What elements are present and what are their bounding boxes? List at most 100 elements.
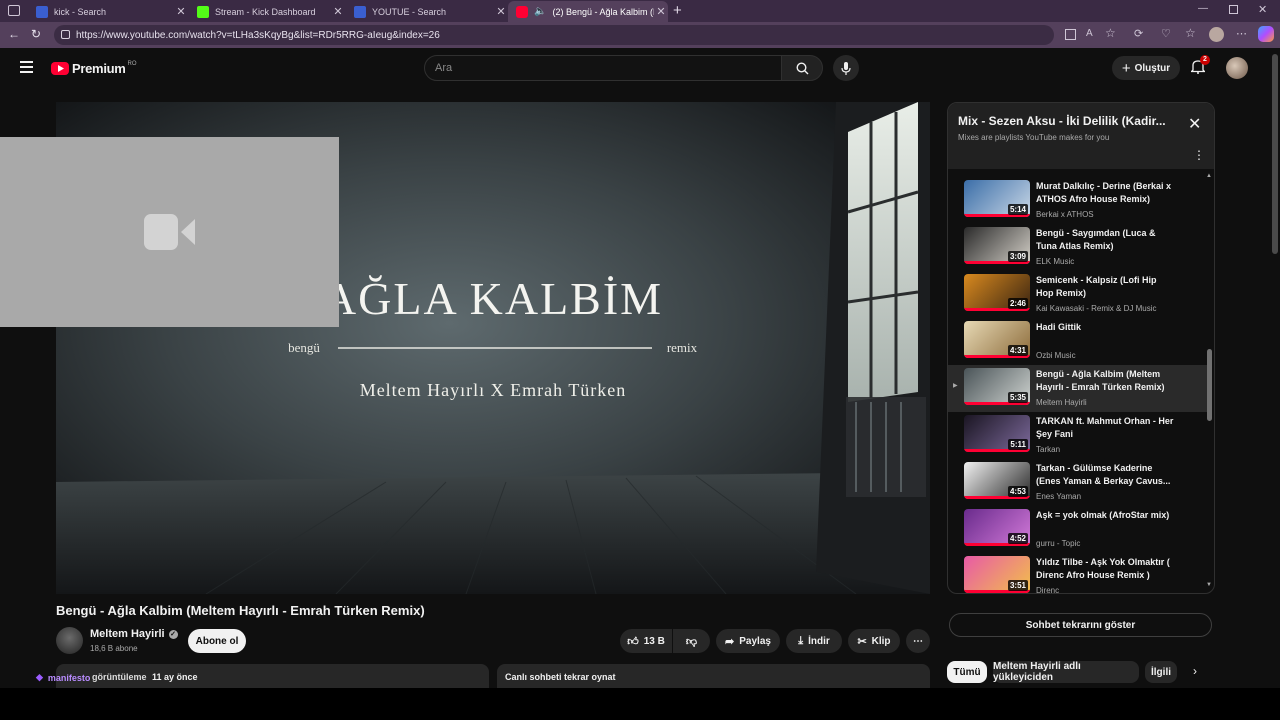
playlist-thumbnail[interactable]: 3:51 [964, 556, 1030, 593]
playlist-item-title[interactable]: Bengü - Ağla Kalbim (Meltem Hayırlı - Em… [1036, 368, 1176, 394]
back-icon[interactable]: ← [8, 27, 20, 41]
playlist-item-title[interactable]: Yıldız Tilbe - Aşk Yok Olmaktır ( Direnc… [1036, 556, 1176, 582]
channel-name-row[interactable]: Meltem Hayirli ✓ [90, 628, 178, 640]
tab-actions-icon[interactable] [8, 5, 20, 16]
youtube-premium-logo[interactable]: Premium RO [51, 61, 137, 76]
clip-button[interactable]: ✂ Klip [848, 629, 900, 653]
close-tab-icon[interactable]: ✕ [331, 5, 345, 18]
microphone-icon [841, 61, 851, 75]
tab-kick-dashboard[interactable]: Stream - Kick Dashboard ✕ [189, 1, 345, 22]
playlist-item[interactable]: 4:52 Aşk = yok olmak (AfroStar mix) gurru … [948, 506, 1210, 553]
tab-youtue-search[interactable]: YOUTUE - Search ✕ [346, 1, 508, 22]
account-avatar[interactable] [1226, 57, 1248, 79]
download-button[interactable]: ⤓ İndir [786, 629, 842, 653]
tab-youtube-video[interactable]: 🔈 (2) Bengü - Ağla Kalbim (Me ✕ [508, 1, 668, 22]
playlist-thumbnail[interactable]: 4:31 [964, 321, 1030, 358]
playlist-item-title[interactable]: Murat Dalkılıç - Derine (Berkai x ATHOS … [1036, 180, 1176, 206]
playlist-item[interactable]: 3:51 Yıldız Tilbe - Aşk Yok Olmaktır ( Di… [948, 553, 1210, 594]
playlist-item-title[interactable]: Bengü - Saygımdan (Luca & Tuna Atlas Rem… [1036, 227, 1176, 253]
show-chat-replay-button[interactable]: Sohbet tekrarını göster [949, 613, 1212, 637]
more-actions-button[interactable]: ⋯ [906, 629, 930, 653]
video-duration: 5:11 [1008, 439, 1028, 450]
playlist-items: 5:14 Murat Dalkılıç - Derine (Berkai x AT… [948, 169, 1214, 594]
subscribe-button[interactable]: Abone ol [188, 629, 246, 653]
playlist-item[interactable]: 2:46 Semicenk - Kalpsiz (Lofi Hip Hop Rem… [948, 271, 1210, 318]
playlist-item[interactable]: ▶ 5:35 Bengü - Ağla Kalbim (Meltem Hayırlı… [948, 365, 1210, 412]
playlist-thumbnail[interactable]: 4:53 [964, 462, 1030, 499]
playlist-thumbnail[interactable]: 5:14 [964, 180, 1030, 217]
reload-icon[interactable]: ↻ [31, 27, 41, 41]
more-options-icon[interactable]: ⋯ [1236, 27, 1247, 40]
scroll-up-icon[interactable]: ▲ [1206, 173, 1212, 179]
create-button[interactable]: + Oluştur [1112, 56, 1180, 80]
menu-icon[interactable] [20, 61, 33, 73]
search-input[interactable]: Ara [424, 55, 782, 81]
page-scrollbar-track[interactable] [1270, 48, 1280, 688]
playlist-thumbnail[interactable]: 3:09 [964, 227, 1030, 264]
more-vertical-icon[interactable]: ⋮ [1193, 148, 1205, 162]
new-tab-icon[interactable]: + [673, 2, 687, 19]
maximize-icon[interactable] [1229, 5, 1238, 14]
chip-from-uploader[interactable]: Meltem Hayirli adlı yükleyiciden [993, 661, 1139, 683]
playlist-item-title[interactable]: Hadi Gittik [1036, 321, 1176, 334]
search-favicon-icon [36, 5, 48, 18]
kick-favicon-icon [197, 5, 209, 18]
read-aloud-icon[interactable]: A [1086, 28, 1093, 39]
playlist-item[interactable]: 5:14 Murat Dalkılıç - Derine (Berkai x AT… [948, 177, 1210, 224]
live-chat-replay-box[interactable]: Canlı sohbeti tekrar oynat [497, 664, 930, 688]
playlist-thumbnail[interactable]: 5:11 [964, 415, 1030, 452]
minimize-icon[interactable]: — [1198, 3, 1208, 14]
playlist-item-title[interactable]: Tarkan - Gülümse Kaderine (Enes Yaman & … [1036, 462, 1176, 488]
share-button[interactable]: ➦ Paylaş [716, 629, 780, 653]
dislike-button[interactable]: 👎︎ [673, 629, 710, 653]
playlist-item-title[interactable]: TARKAN ft. Mahmut Orhan - Her Şey Fani [1036, 415, 1176, 441]
address-bar[interactable]: https://www.youtube.com/watch?v=tLHa3sKq… [54, 25, 1054, 45]
playlist-thumbnail[interactable]: 2:46 [964, 274, 1030, 311]
like-button[interactable]: 👍︎ 13 B [620, 629, 672, 653]
thumbs-down-icon: 👎︎ [685, 635, 698, 648]
extensions-icon[interactable]: ⟳ [1134, 27, 1143, 40]
playlist-item-title[interactable]: Semicenk - Kalpsiz (Lofi Hip Hop Remix) [1036, 274, 1176, 300]
voice-search-button[interactable] [833, 55, 859, 81]
playlist-item[interactable]: 5:11 TARKAN ft. Mahmut Orhan - Her Şey Fa… [948, 412, 1210, 459]
playlist-item[interactable]: 4:53 Tarkan - Gülümse Kaderine (Enes Yama… [948, 459, 1210, 506]
close-tab-icon[interactable]: ✕ [494, 5, 508, 18]
app-available-icon[interactable] [1065, 29, 1076, 40]
site-info-icon[interactable] [61, 30, 70, 39]
playlist-item-title[interactable]: Aşk = yok olmak (AfroStar mix) [1036, 509, 1176, 522]
chevron-right-icon[interactable]: › [1193, 664, 1197, 678]
close-window-icon[interactable]: ✕ [1258, 3, 1267, 16]
favorite-star-icon[interactable]: ☆ [1105, 26, 1116, 40]
page-scrollbar-thumb[interactable] [1272, 54, 1278, 254]
playlist-thumbnail[interactable]: 4:52 [964, 509, 1030, 546]
views-text: görüntüleme [92, 672, 147, 682]
notifications-button[interactable]: 2 [1191, 55, 1210, 74]
playlist-item[interactable]: 3:09 Bengü - Saygımdan (Luca & Tuna Atlas… [948, 224, 1210, 271]
share-icon: ➦ [725, 635, 735, 648]
video-duration: 3:09 [1007, 251, 1028, 262]
chip-related[interactable]: İlgili [1145, 661, 1177, 683]
browser-essentials-icon[interactable]: ♡ [1161, 27, 1171, 40]
description-box[interactable]: görüntüleme 11 ay önce [56, 664, 489, 688]
thumbs-up-icon: 👍︎ [627, 635, 639, 648]
browser-toolbar: ← ↻ https://www.youtube.com/watch?v=tLHa… [0, 22, 1280, 48]
playlist-title[interactable]: Mix - Sezen Aksu - İki Delilik (Kadir... [958, 114, 1178, 128]
speaker-icon[interactable]: 🔈 [534, 6, 546, 17]
copilot-icon[interactable] [1258, 26, 1274, 42]
channel-avatar[interactable] [56, 627, 83, 654]
playlist-thumbnail[interactable]: 5:35 [964, 368, 1030, 405]
playlist-item-channel: Tarkan [1036, 445, 1061, 454]
close-icon[interactable]: ✕ [1188, 114, 1201, 134]
tab-kick-search[interactable]: kick - Search ✕ [28, 1, 188, 22]
chip-all[interactable]: Tümü [947, 661, 987, 683]
close-tab-icon[interactable]: ✕ [654, 5, 668, 18]
profile-avatar-icon[interactable] [1209, 27, 1224, 42]
channel-name[interactable]: Meltem Hayirli [90, 628, 165, 640]
scroll-down-icon[interactable]: ▼ [1206, 582, 1212, 588]
playlist-scrollbar[interactable] [1207, 349, 1212, 421]
search-button[interactable] [781, 55, 823, 81]
favorites-icon[interactable]: ☆ [1185, 26, 1196, 40]
playlist-item[interactable]: 4:31 Hadi Gittik Ozbi Music [948, 318, 1210, 365]
close-tab-icon[interactable]: ✕ [174, 5, 188, 18]
playlist-item-channel: Direnc [1036, 586, 1060, 594]
